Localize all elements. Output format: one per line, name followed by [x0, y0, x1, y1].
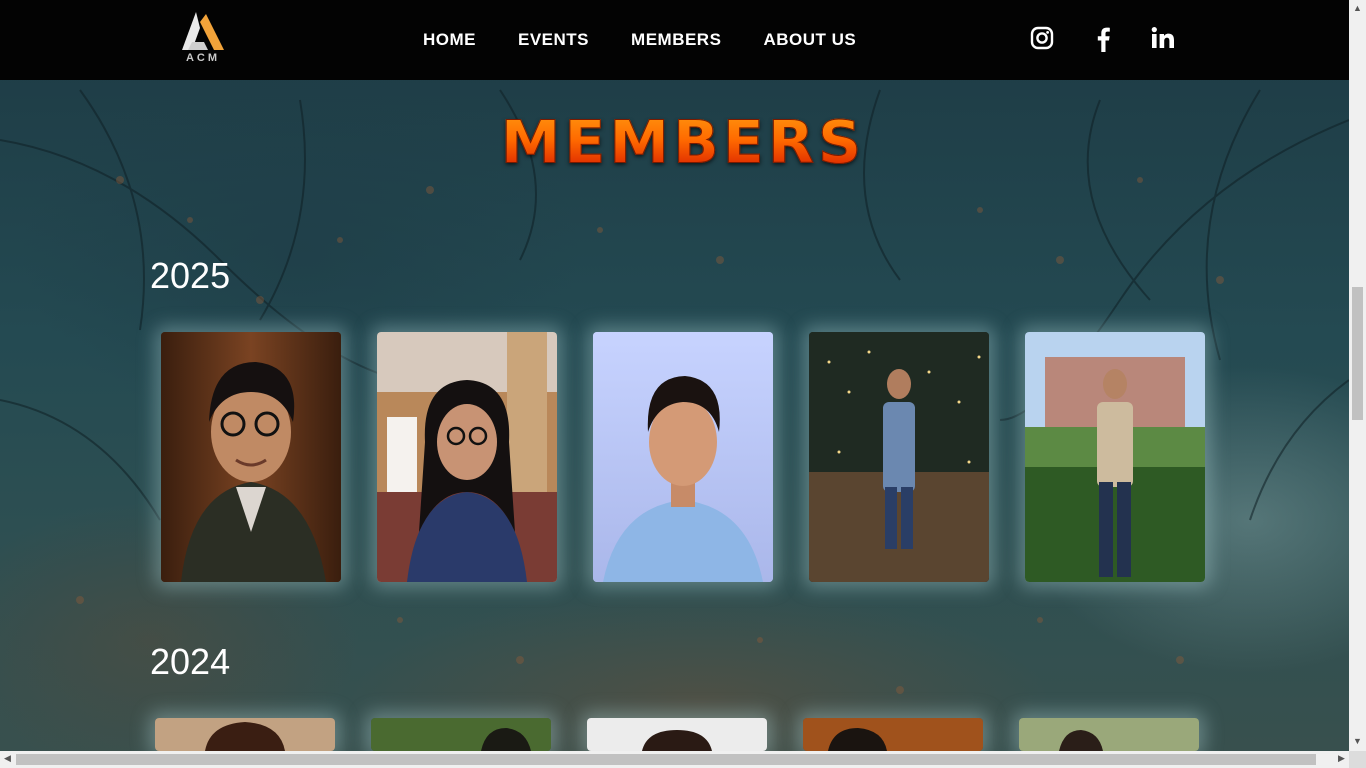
scroll-left-arrow-icon[interactable]: ◀	[4, 753, 11, 764]
member-photo-card[interactable]	[377, 332, 557, 582]
vertical-scrollbar[interactable]: ▲ ▼	[1349, 0, 1366, 751]
year-heading-2025: 2025	[150, 255, 231, 296]
instagram-icon[interactable]	[1030, 26, 1056, 52]
year-heading-2024: 2024	[150, 641, 231, 682]
acm-logo[interactable]: ACM	[178, 10, 228, 66]
member-photo	[371, 718, 551, 751]
logo-text: ACM	[185, 52, 221, 64]
scroll-up-arrow-icon[interactable]: ▲	[1353, 3, 1362, 13]
member-photo-card[interactable]	[587, 718, 767, 751]
member-photo	[587, 718, 767, 751]
member-photo	[809, 332, 989, 582]
scrollbar-corner	[1349, 751, 1366, 768]
horizontal-scrollbar[interactable]: ◀ ▶	[0, 751, 1366, 768]
vertical-scroll-thumb[interactable]	[1352, 287, 1363, 420]
nav-events[interactable]: EVENTS	[518, 30, 589, 50]
acm-logo-icon	[182, 12, 224, 50]
member-photo-card[interactable]	[809, 332, 989, 582]
nav-about-us[interactable]: ABOUT US	[763, 30, 856, 50]
horizontal-scroll-thumb[interactable]	[16, 754, 1316, 765]
linkedin-icon[interactable]	[1151, 26, 1177, 52]
member-photo-card[interactable]	[155, 718, 335, 751]
member-photo	[161, 332, 341, 582]
main-nav: HOME EVENTS MEMBERS ABOUT US	[423, 30, 898, 50]
member-photo	[1025, 332, 1205, 582]
member-photo	[1019, 718, 1199, 751]
member-photo-card[interactable]	[803, 718, 983, 751]
nav-home[interactable]: HOME	[423, 30, 476, 50]
member-photo	[155, 718, 335, 751]
scroll-right-arrow-icon[interactable]: ▶	[1338, 753, 1345, 764]
page-title: MEMBERS	[500, 108, 866, 178]
member-photo-card[interactable]	[593, 332, 773, 582]
member-photo-card[interactable]	[1019, 718, 1199, 751]
member-photo-card[interactable]	[371, 718, 551, 751]
facebook-icon[interactable]	[1094, 26, 1120, 52]
scroll-down-arrow-icon[interactable]: ▼	[1353, 736, 1362, 746]
nav-members[interactable]: MEMBERS	[631, 30, 721, 50]
member-photo	[377, 332, 557, 582]
member-photo-card[interactable]	[1025, 332, 1205, 582]
member-photo	[803, 718, 983, 751]
member-photo	[593, 332, 773, 582]
top-navbar: ACM HOME EVENTS MEMBERS ABOUT US	[0, 0, 1349, 80]
member-photo-card[interactable]	[161, 332, 341, 582]
